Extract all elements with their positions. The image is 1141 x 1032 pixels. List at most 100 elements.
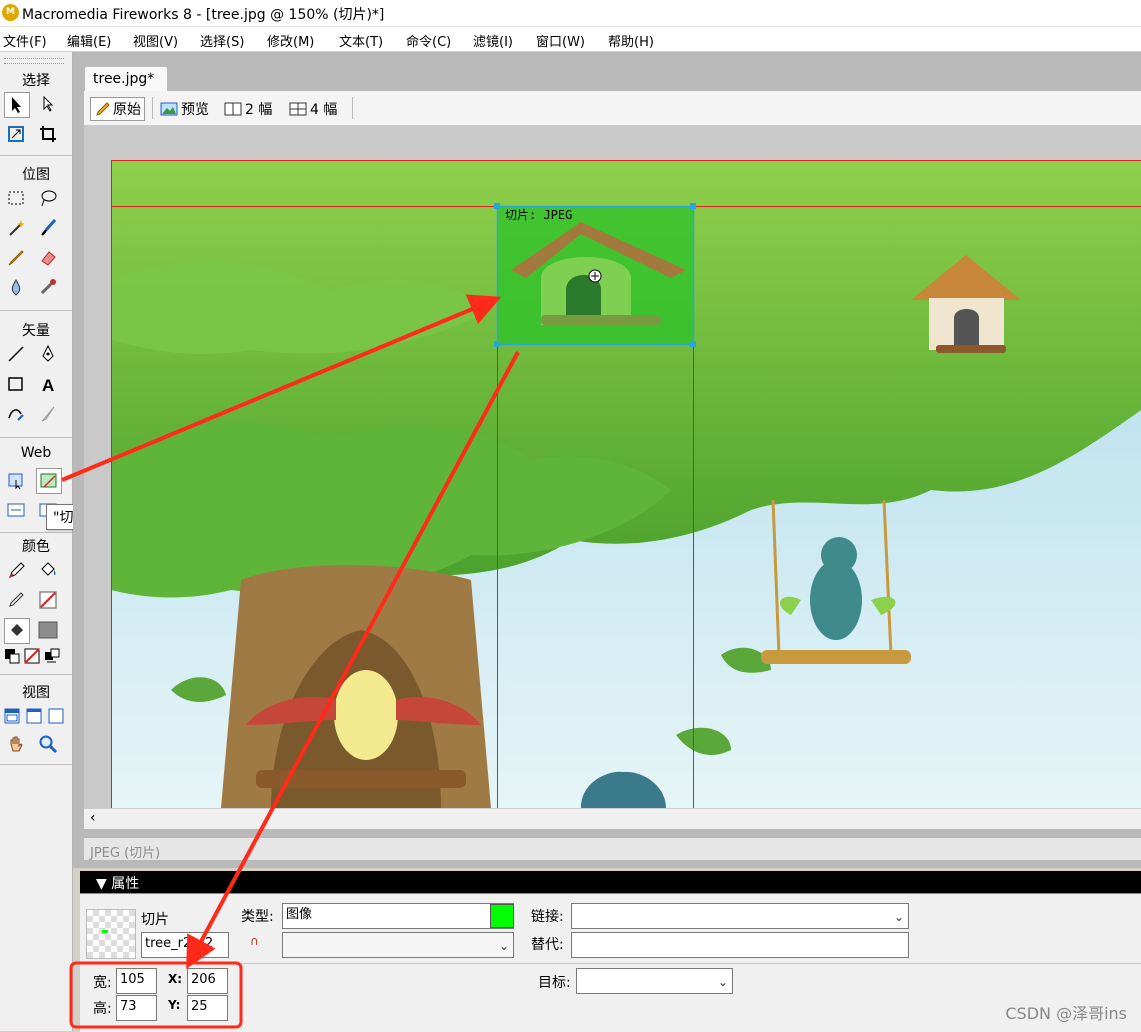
type-select-value: 图像 (286, 907, 313, 922)
fireworks-logo-icon: M (2, 4, 19, 21)
two-up-icon (224, 102, 242, 116)
swap-colors-icon[interactable] (42, 644, 62, 668)
view-mode-bar: 原始 预览 2 幅 4 幅 (84, 91, 1141, 126)
subselection-tool-icon[interactable] (36, 92, 60, 116)
hand-tool-icon[interactable] (4, 732, 28, 756)
document-tab[interactable]: tree.jpg* (84, 66, 168, 93)
properties-panel: 切片 tree_r2_c2 类型: 图像 ⌄ ∩ ⌄ 链接: ⌄ 替代: 目标:… (80, 893, 1141, 1032)
preview-label: 预览 (181, 102, 209, 118)
slice-tool-icon[interactable] (36, 468, 62, 494)
menu-file[interactable]: 文件(F) (3, 31, 47, 50)
section-color-label: 颜色 (22, 539, 50, 555)
rectangle-tool-icon[interactable] (4, 372, 28, 396)
target-select[interactable]: ⌄ (576, 968, 733, 994)
pointer-tool-icon[interactable] (4, 92, 30, 118)
zoom-tool-icon[interactable] (36, 732, 60, 756)
slice-color-swatch[interactable] (490, 904, 514, 928)
stroke-color-pencil-icon[interactable] (4, 588, 28, 612)
brush-tool-icon[interactable] (36, 216, 60, 240)
properties-panel-header[interactable]: ▼ 属性 (80, 871, 1141, 893)
pencil-icon (96, 102, 110, 116)
width-input[interactable]: 105 (116, 968, 157, 994)
scale-tool-icon[interactable] (4, 122, 28, 146)
title-bar: M Macromedia Fireworks 8 - [tree.jpg @ 1… (0, 0, 1141, 27)
menu-help[interactable]: 帮助(H) (608, 31, 654, 50)
original-view-label: 原始 (113, 102, 141, 118)
height-input[interactable]: 73 (116, 995, 157, 1021)
horizontal-scrollbar[interactable]: ‹ (84, 808, 1141, 829)
watermark: CSDN @泽哥ins (1005, 1004, 1127, 1023)
y-label: Y: (168, 998, 181, 1012)
hotspot-tool-icon[interactable] (4, 468, 28, 492)
menu-select[interactable]: 选择(S) (200, 31, 244, 50)
text-tool-icon[interactable]: A (36, 372, 60, 396)
magnet-icon[interactable]: ∩ (250, 934, 259, 948)
link-label: 链接: (531, 909, 564, 925)
menu-commands[interactable]: 命令(C) (406, 31, 451, 50)
full-screen-mode-icon[interactable] (44, 704, 68, 728)
pencil-tool-icon[interactable] (4, 246, 28, 270)
default-colors-icon[interactable] (2, 644, 22, 668)
properties-title: ▼ 属性 (96, 876, 140, 892)
scroll-left-icon[interactable]: ‹ (90, 810, 96, 826)
knife-tool-icon[interactable] (36, 402, 60, 426)
width-label: 宽: (93, 975, 112, 991)
menu-filters[interactable]: 滤镜(I) (473, 31, 513, 50)
object-type-label: 切片 (141, 912, 169, 928)
menu-modify[interactable]: 修改(M) (267, 31, 314, 50)
fill-color-swatch[interactable] (36, 618, 60, 642)
preview-button[interactable]: 预览 (160, 99, 209, 119)
standard-screen-mode-icon[interactable] (0, 704, 24, 728)
status-bar: JPEG (切片) (84, 838, 1141, 861)
chevron-down-icon: ⌄ (717, 975, 728, 989)
svg-text:A: A (42, 376, 54, 394)
y-input[interactable]: 25 (187, 995, 228, 1021)
four-up-label: 4 幅 (310, 102, 338, 118)
two-up-label: 2 幅 (245, 102, 273, 118)
slice-thumbnail (86, 909, 136, 959)
rubber-stamp-tool-icon[interactable] (36, 276, 60, 300)
section-web-label: Web (20, 445, 52, 461)
optimization-select[interactable]: ⌄ (282, 932, 514, 958)
paint-bucket-tool-icon[interactable] (36, 558, 60, 582)
x-input[interactable]: 206 (187, 968, 228, 994)
eraser-tool-icon[interactable] (36, 246, 60, 270)
freeform-tool-icon[interactable] (4, 402, 28, 426)
section-vector-label: 矢量 (22, 323, 50, 339)
panel-grip[interactable] (4, 58, 64, 64)
menu-view[interactable]: 视图(V) (133, 31, 178, 50)
eyedropper-tool-icon[interactable] (4, 558, 28, 582)
full-screen-menus-mode-icon[interactable] (22, 704, 46, 728)
fill-color-bucket-icon[interactable] (4, 618, 30, 644)
magic-wand-tool-icon[interactable] (4, 216, 28, 240)
slice-name-input[interactable]: tree_r2_c2 (141, 932, 229, 958)
document-tab-label: tree.jpg* (93, 71, 155, 87)
line-tool-icon[interactable] (4, 342, 28, 366)
section-bitmap-label: 位图 (22, 167, 50, 183)
section-select-label: 选择 (22, 73, 50, 89)
alt-text-input[interactable] (571, 932, 909, 958)
section-view-label: 视图 (22, 685, 50, 701)
link-input[interactable]: ⌄ (571, 903, 909, 929)
menu-text[interactable]: 文本(T) (339, 31, 383, 50)
two-up-button[interactable]: 2 幅 (224, 99, 272, 119)
no-color-icon[interactable] (22, 644, 42, 668)
type-select[interactable]: 图像 ⌄ (282, 903, 514, 929)
original-view-button[interactable]: 原始 (90, 97, 145, 121)
hide-slices-icon[interactable] (4, 498, 28, 522)
four-up-icon (289, 102, 307, 116)
x-label: X: (168, 972, 183, 986)
chevron-down-icon: ⌄ (893, 910, 904, 924)
canvas-image[interactable]: 切片: JPEG (111, 160, 1141, 808)
menu-window[interactable]: 窗口(W) (536, 31, 585, 50)
marquee-tool-icon[interactable] (4, 186, 28, 210)
type-label: 类型: (241, 909, 274, 925)
tree-illustration (111, 160, 1141, 808)
menu-edit[interactable]: 编辑(E) (67, 31, 111, 50)
lasso-tool-icon[interactable] (36, 186, 60, 210)
blur-tool-icon[interactable] (4, 276, 28, 300)
crop-tool-icon[interactable] (36, 122, 60, 146)
pen-tool-icon[interactable] (36, 342, 60, 366)
stroke-color-swatch[interactable] (36, 588, 60, 612)
four-up-button[interactable]: 4 幅 (289, 99, 337, 119)
